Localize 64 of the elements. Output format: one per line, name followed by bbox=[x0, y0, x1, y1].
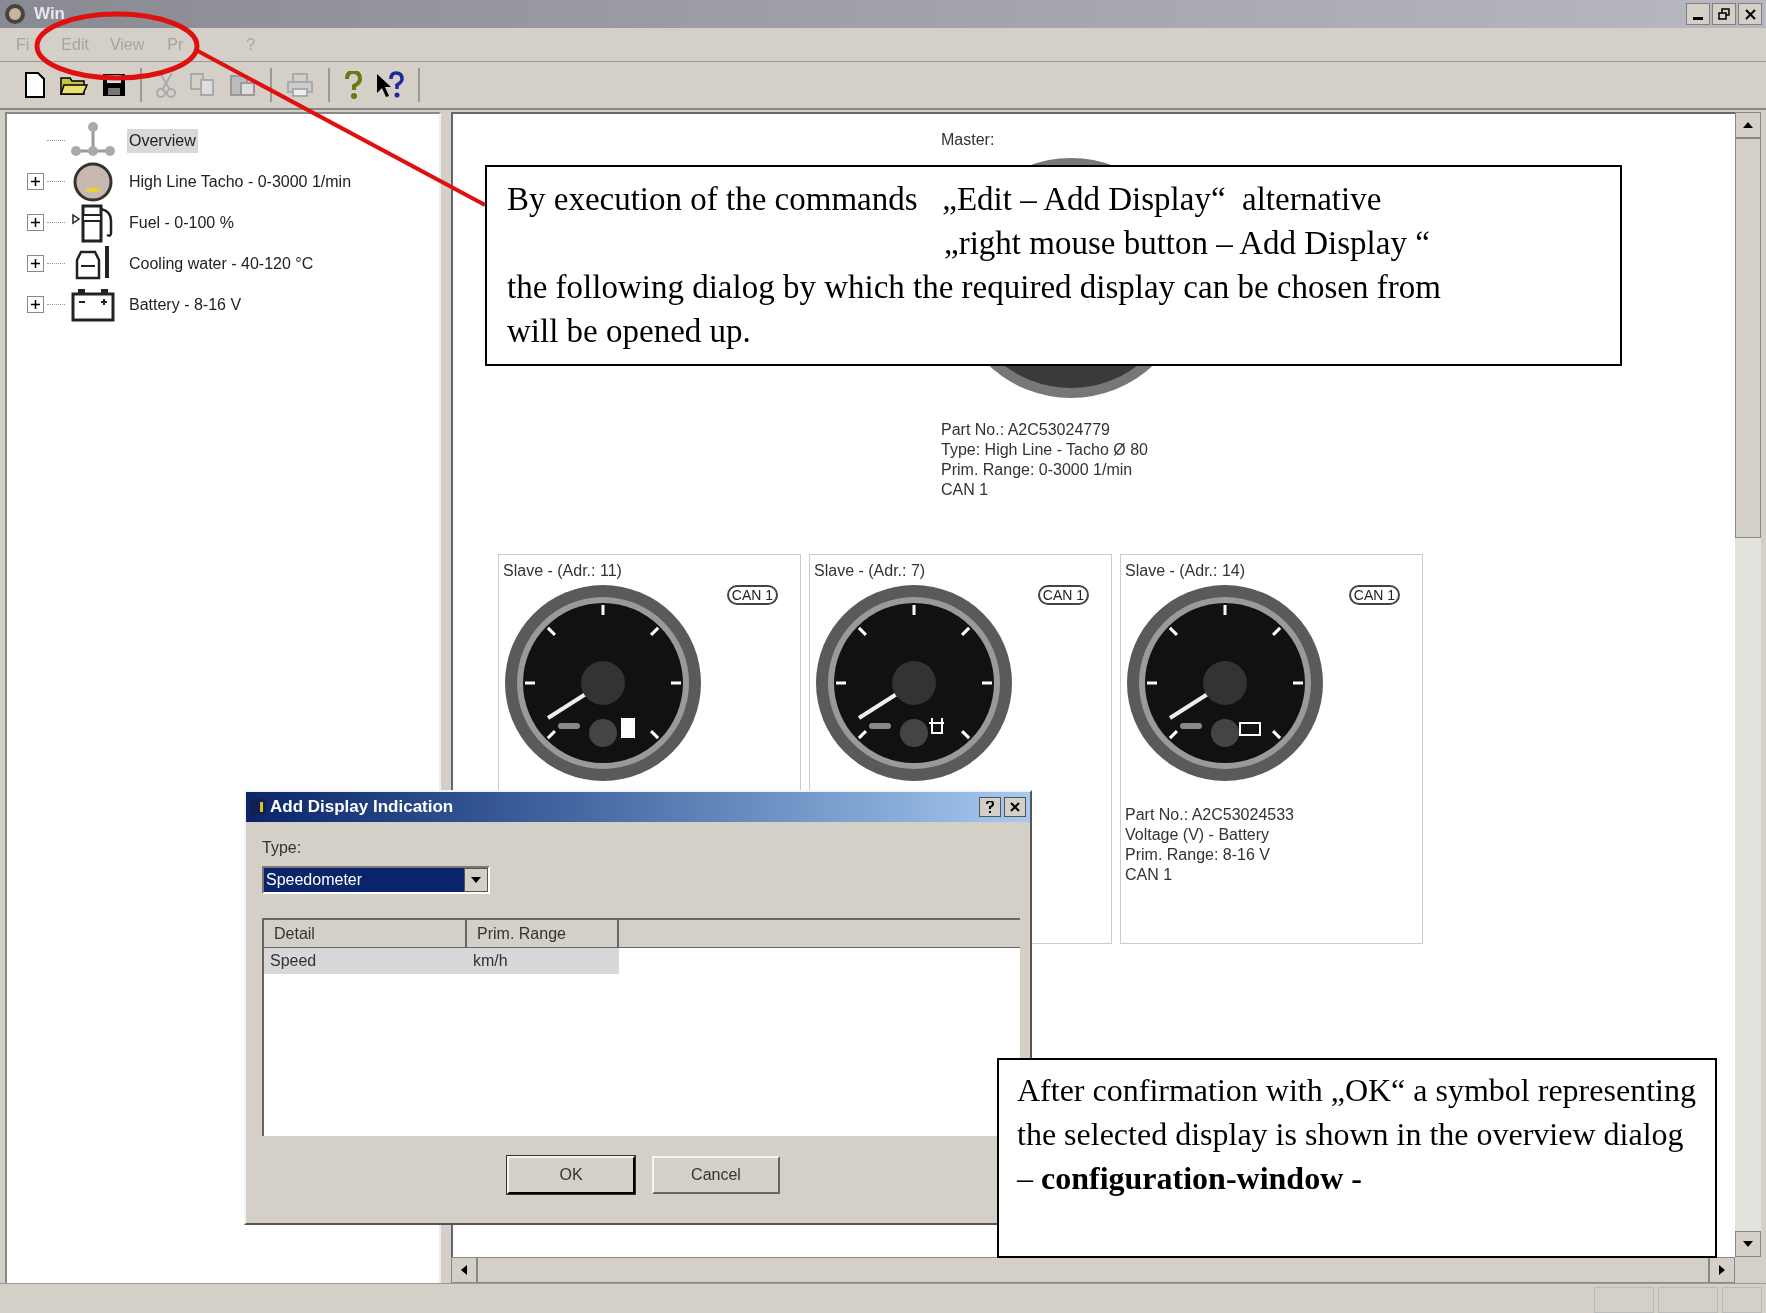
gauge-heading: Master: bbox=[941, 130, 996, 150]
cut-icon[interactable] bbox=[156, 72, 176, 98]
app-icon bbox=[4, 3, 26, 25]
detail-text: CAN 1 bbox=[1125, 865, 1174, 885]
vertical-scrollbar[interactable] bbox=[1735, 112, 1761, 1257]
tree-item[interactable]: Battery - 8-16 V bbox=[127, 292, 244, 317]
paste-icon[interactable] bbox=[230, 73, 256, 97]
can-badge: CAN 1 bbox=[726, 585, 778, 605]
expand-toggle[interactable] bbox=[27, 296, 44, 313]
detail-text: Part No.: A2C53024779 bbox=[941, 420, 1111, 440]
card-heading: Slave - (Adr.: 11) bbox=[503, 561, 622, 581]
dialog-button[interactable]: OK bbox=[507, 1156, 635, 1194]
close-button[interactable] bbox=[1004, 797, 1026, 817]
restore-icon bbox=[1718, 8, 1730, 20]
detail-text: Type: High Line - Tacho Ø 80 bbox=[941, 440, 1149, 460]
open-folder-icon[interactable] bbox=[60, 74, 88, 96]
caret-icon bbox=[471, 877, 481, 883]
window-title: Win bbox=[34, 3, 65, 26]
new-file-icon[interactable] bbox=[24, 72, 46, 98]
detail-text: Voltage (V) - Battery bbox=[1125, 825, 1271, 845]
type-dropdown[interactable]: Speedometer bbox=[262, 866, 490, 894]
detail-text: Prim. Range: 0-3000 1/min bbox=[941, 460, 1134, 480]
close-button[interactable] bbox=[1738, 3, 1762, 25]
scroll-up-icon bbox=[1743, 122, 1753, 128]
tree-item[interactable]: Overview bbox=[127, 128, 198, 153]
minimize-icon bbox=[1693, 17, 1703, 20]
callout-text: By execution of the commands „Edit – Add Display“ alternative bbox=[507, 180, 1383, 219]
callout-text: will be opened up. bbox=[507, 312, 752, 351]
tree-item[interactable]: Fuel - 0-100 % bbox=[127, 210, 236, 235]
close-icon bbox=[1010, 802, 1020, 812]
help-icon[interactable] bbox=[344, 71, 362, 99]
card-heading: Slave - (Adr.: 7) bbox=[814, 561, 926, 581]
detail-text: Part No.: A2C53024533 bbox=[1125, 805, 1295, 825]
detail-text: Prim. Range: 8-16 V bbox=[1125, 845, 1271, 865]
expand-toggle[interactable] bbox=[27, 255, 44, 272]
gauge-icon bbox=[73, 161, 113, 202]
card-heading: Slave - (Adr.: 14) bbox=[1125, 561, 1246, 581]
restore-button[interactable] bbox=[1712, 3, 1736, 25]
scroll-right-icon bbox=[1719, 1265, 1725, 1275]
context-help-icon[interactable] bbox=[376, 71, 404, 99]
horizontal-scrollbar[interactable] bbox=[451, 1257, 1735, 1283]
callout-text: After confirmation with „OK“ a symbol representing the selected display is shown in the overview dialog – configuration-window - bbox=[1017, 1071, 1697, 1198]
fuel-pump-icon bbox=[71, 202, 115, 243]
dialog-button[interactable]: Cancel bbox=[652, 1156, 780, 1194]
close-icon bbox=[1744, 8, 1756, 20]
expand-toggle[interactable] bbox=[27, 173, 44, 190]
app-icon bbox=[250, 799, 266, 815]
field-label: Type: bbox=[262, 838, 303, 858]
scroll-left-icon bbox=[461, 1265, 467, 1275]
battery-icon bbox=[71, 287, 115, 322]
minimize-button[interactable] bbox=[1686, 3, 1710, 25]
callout-text: „right mouse button – Add Display “ bbox=[943, 224, 1431, 263]
detail-text: CAN 1 bbox=[941, 480, 990, 500]
list-row[interactable]: Speed km/h bbox=[264, 948, 619, 974]
callout-text: the following dialog by which the required display can be chosen from bbox=[507, 268, 1442, 307]
expand-toggle[interactable] bbox=[27, 214, 44, 231]
tree-item[interactable]: High Line Tacho - 0-3000 1/min bbox=[127, 169, 354, 194]
help-button[interactable] bbox=[979, 797, 1001, 817]
can-badge: CAN 1 bbox=[1037, 585, 1089, 605]
scroll-down-icon bbox=[1743, 1241, 1753, 1247]
tree-item[interactable]: Cooling water - 40-120 °C bbox=[127, 251, 316, 276]
can-badge: CAN 1 bbox=[1348, 585, 1400, 605]
dialog-title: Add Display Indication bbox=[270, 796, 454, 819]
help-icon bbox=[986, 801, 994, 813]
